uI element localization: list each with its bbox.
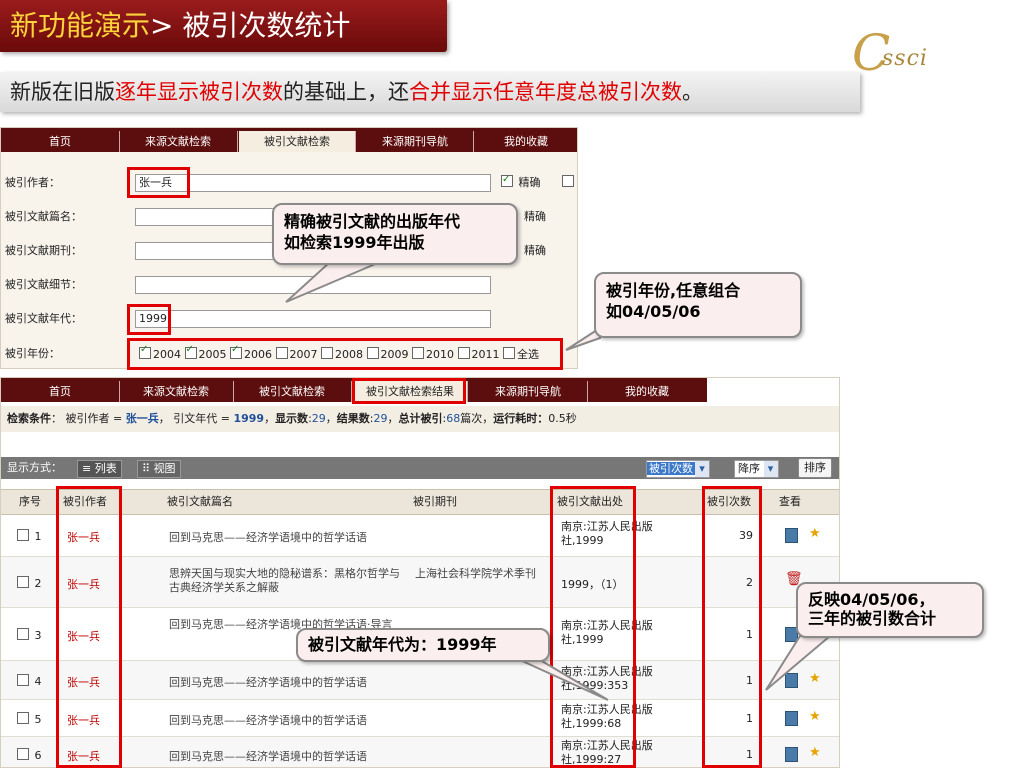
precise-option-2[interactable]: 精确 xyxy=(524,209,546,225)
star-icon[interactable]: ★ xyxy=(809,745,821,760)
highlight-count-column xyxy=(702,486,762,768)
tab-favorites[interactable]: 我的收藏 xyxy=(475,131,577,152)
row-journal: 上海社会科学院学术季刊 xyxy=(415,567,536,580)
slide-subtitle: 新版在旧版逐年显示被引次数的基础上，还合并显示任意年度总被引次数。 xyxy=(0,72,860,112)
label-cited-author: 被引作者： xyxy=(5,176,60,189)
grid-view-button[interactable]: ⠿ 视图 xyxy=(137,460,181,478)
tab-journal-nav[interactable]: 来源期刊导航 xyxy=(357,131,474,152)
book-icon[interactable] xyxy=(785,747,798,762)
col-no[interactable]: 序号 xyxy=(19,490,41,514)
tab-source-search[interactable]: 来源文献检索 xyxy=(119,131,238,152)
checkbox[interactable] xyxy=(562,175,574,187)
tab-cited-search[interactable]: 被引文献检索 xyxy=(239,131,356,152)
chevron-down-icon: ▾ xyxy=(695,461,709,477)
title-main: 新功能演示 xyxy=(10,9,151,42)
callout-year-1999: 被引文献年代为：1999年 xyxy=(296,628,550,662)
row-checkbox[interactable] xyxy=(17,529,29,541)
cssci-logo: C ssci xyxy=(852,24,928,82)
tab-favorites[interactable]: 我的收藏 xyxy=(587,381,707,402)
callout-reflect-total: 反映04/05/06， 三年的被引数合计 xyxy=(796,582,984,638)
slide-title: 新功能演示> 被引次数统计 xyxy=(0,0,447,52)
col-view: 查看 xyxy=(779,495,801,508)
highlight-source-column xyxy=(550,486,636,768)
precise-option-3[interactable]: 精确 xyxy=(524,243,546,259)
row-title[interactable]: 思辨天国与现实大地的隐秘谱系：黑格尔哲学与古典经济学关系之解蔽 xyxy=(169,567,401,595)
row-checkbox[interactable] xyxy=(17,712,29,724)
form-tab-bar: 首页 来源文献检索 被引文献检索 来源期刊导航 我的收藏 xyxy=(1,128,577,152)
star-icon[interactable]: ★ xyxy=(809,526,821,541)
row-title[interactable]: 回到马克思——经济学语境中的哲学话语 xyxy=(169,748,399,764)
cited-detail-input[interactable] xyxy=(135,276,491,294)
tab-home[interactable]: 首页 xyxy=(1,381,120,402)
search-conditions: 检索条件： 被引作者 = 张一兵， 引文年代 = 1999，显示数:29，结果数… xyxy=(1,406,839,432)
row-title[interactable]: 回到马克思——经济学语境中的哲学话语 xyxy=(169,674,399,690)
row-checkbox[interactable] xyxy=(17,674,29,686)
book-icon[interactable] xyxy=(785,711,798,726)
highlight-author xyxy=(127,167,190,198)
tab-journal-nav[interactable]: 来源期刊导航 xyxy=(469,381,588,402)
cited-title-input[interactable] xyxy=(135,208,275,226)
col-title[interactable]: 被引文献篇名 xyxy=(167,490,233,514)
highlight-author-column xyxy=(56,486,122,768)
chevron-down-icon: ▾ xyxy=(763,461,778,477)
cited-journal-input[interactable] xyxy=(135,242,275,260)
highlight-year xyxy=(127,304,171,335)
star-icon[interactable]: ★ xyxy=(809,709,821,724)
star-icon[interactable]: ★ xyxy=(809,671,821,686)
sort-button[interactable]: 排序 xyxy=(798,458,832,478)
precise-option-1[interactable]: 精确 xyxy=(501,172,541,191)
title-rest: > 被引次数统计 xyxy=(150,9,351,42)
tab-cited-search[interactable]: 被引文献检索 xyxy=(233,381,352,402)
row-checkbox[interactable] xyxy=(17,628,29,640)
list-view-button[interactable]: ≡ 列表 xyxy=(77,460,122,478)
label-cited-detail: 被引文献细节： xyxy=(5,278,82,291)
label-cited-year: 被引文献年代： xyxy=(5,312,82,325)
highlight-citing-years xyxy=(127,338,563,370)
tab-source-search[interactable]: 来源文献检索 xyxy=(119,381,234,402)
cited-year-input[interactable]: 1999 xyxy=(135,310,491,328)
checkbox[interactable] xyxy=(501,172,513,188)
highlight-results-tab xyxy=(352,378,466,404)
row-title[interactable]: 回到马克思——经济学语境中的哲学话语 xyxy=(169,529,399,545)
col-journal[interactable]: 被引期刊 xyxy=(413,490,457,514)
grid-icon: ⠿ xyxy=(142,462,151,475)
label-cited-title: 被引文献篇名： xyxy=(5,210,82,223)
tab-home[interactable]: 首页 xyxy=(1,131,120,152)
list-icon: ≡ xyxy=(82,462,92,475)
label-citing-year: 被引年份： xyxy=(5,347,60,360)
row-checkbox[interactable] xyxy=(17,748,29,760)
label-cited-journal: 被引文献期刊： xyxy=(5,244,82,257)
book-icon[interactable] xyxy=(785,528,798,543)
callout-cited-year: 被引年份,任意组合 如04/05/06 xyxy=(594,272,802,338)
extra-checkbox[interactable] xyxy=(562,175,576,191)
row-title[interactable]: 回到马克思——经济学语境中的哲学话语 xyxy=(169,712,399,728)
display-toolbar: 显示方式： ≡ 列表 ⠿ 视图 被引次数 ▾ 降序 ▾ 排序 xyxy=(1,457,839,479)
sort-order-select[interactable]: 降序 ▾ xyxy=(734,460,779,478)
book-icon[interactable] xyxy=(785,673,798,688)
callout-precise-year: 精确被引文献的出版年代 如检索1999年出版 xyxy=(272,203,518,265)
sort-field-select[interactable]: 被引次数 ▾ xyxy=(646,460,710,478)
row-checkbox[interactable] xyxy=(17,576,29,588)
display-mode-label: 显示方式： xyxy=(7,461,62,474)
